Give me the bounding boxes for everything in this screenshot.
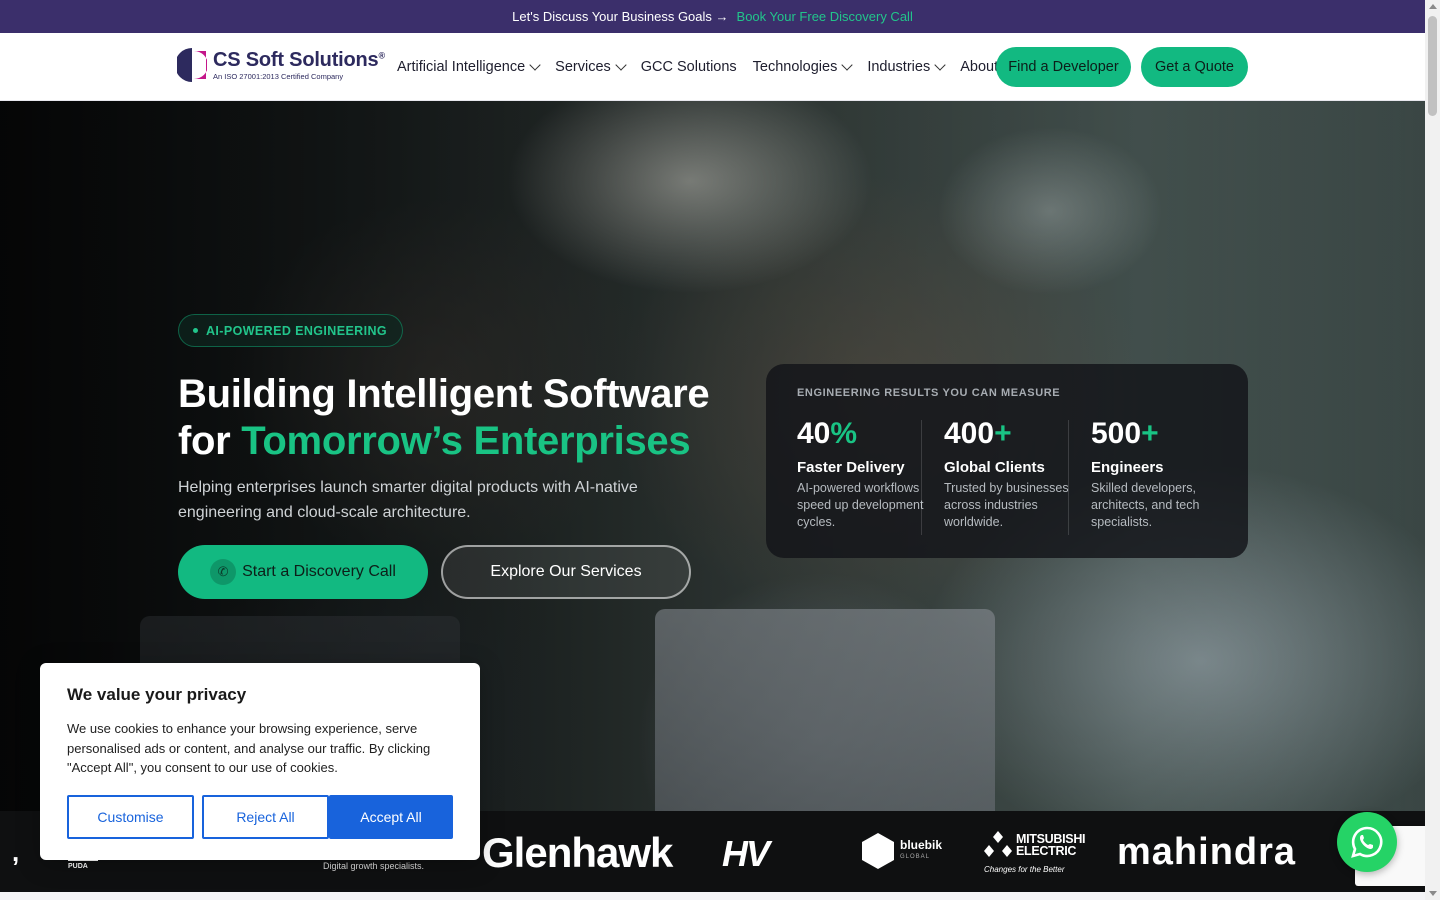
site-logo[interactable]: CS Soft Solutions® An ISO 27001:2013 Cer… — [175, 47, 385, 83]
logo-mark-icon — [175, 47, 208, 83]
chevron-down-icon — [934, 59, 946, 71]
explore-services-button[interactable]: Explore Our Services — [441, 545, 691, 599]
nav-technologies[interactable]: Technologies — [752, 59, 853, 75]
logo-tagline: An ISO 27001:2013 Certified Company — [213, 71, 344, 81]
client-logo-hv: HV — [722, 833, 770, 874]
scrollbar-thumb[interactable] — [1428, 16, 1437, 116]
stat-label: Engineers — [1091, 459, 1164, 476]
book-discovery-call-link[interactable]: Book Your Free Discovery Call — [737, 9, 913, 24]
stat-global-clients: 400+ Global Clients Trusted by businesse… — [944, 416, 1084, 531]
stat-suffix: + — [1141, 417, 1159, 450]
puda-label: PUDA — [68, 863, 88, 870]
client-logo-partial: , — [12, 837, 20, 867]
phone-icon: ✆ — [210, 559, 237, 585]
stat-description: Skilled developers, architects, and tech… — [1091, 481, 1200, 529]
nav-gcc-solutions[interactable]: GCC Solutions — [641, 59, 737, 75]
hero-subtitle: Helping enterprises launch smarter digit… — [178, 479, 638, 521]
badge-label: AI-POWERED ENGINEERING — [206, 323, 388, 338]
dot-icon — [193, 328, 198, 333]
stat-label: Global Clients — [944, 459, 1045, 476]
start-discovery-call-label: Start a Discovery Call — [242, 563, 396, 580]
client-logo-digital-growth: Digital growth specialists. — [323, 861, 425, 871]
stat-engineers: 500+ Engineers Skilled developers, archi… — [1091, 416, 1231, 531]
nav-label: Artificial Intelligence — [397, 59, 526, 75]
nav-services[interactable]: Services — [555, 59, 627, 75]
stat-value: 400 — [944, 417, 995, 450]
nav-label: About — [960, 59, 999, 75]
cookie-text: We use cookies to enhance your browsing … — [67, 721, 431, 775]
cookie-title: We value your privacy — [67, 685, 247, 704]
bluebik-label: bluebik — [900, 838, 943, 852]
cookie-accept-all-button[interactable]: Accept All — [329, 795, 453, 839]
start-discovery-call-button[interactable]: ✆ Start a Discovery Call — [178, 545, 428, 599]
stat-label: Faster Delivery — [797, 459, 905, 476]
mitsubishi-diamonds-icon — [984, 831, 1012, 859]
hero-title-line1: Building Intelligent Software — [178, 372, 710, 416]
nav-label: Technologies — [752, 59, 838, 75]
stat-suffix: + — [994, 417, 1012, 450]
nav-label: GCC Solutions — [640, 59, 737, 75]
nav-label: Services — [555, 59, 611, 75]
get-quote-button[interactable]: Get a Quote — [1141, 47, 1248, 87]
stat-description: AI-powered workflows speed up developmen… — [797, 481, 924, 529]
nav-industries[interactable]: Industries — [867, 59, 946, 75]
cookie-customise-button[interactable]: Customise — [67, 795, 194, 839]
page-bottom-edge — [0, 892, 1425, 900]
registered-mark: ® — [378, 50, 385, 61]
client-logo-glenhawk: Glenhawk — [482, 829, 673, 876]
hero-title: Building Intelligent Software for Tomorr… — [178, 371, 778, 465]
whatsapp-chat-button[interactable] — [1337, 812, 1397, 872]
scroll-down-arrow-icon[interactable] — [1429, 891, 1437, 896]
nav-label: Industries — [867, 59, 931, 75]
client-logo-mitsubishi: MITSUBISHI ELECTRIC Changes for the Bett… — [984, 831, 1086, 874]
mitsubishi-tagline: Changes for the Better — [984, 865, 1065, 874]
bluebik-mark-icon — [862, 833, 894, 869]
client-logo-bluebik: bluebik GLOBAL — [862, 833, 942, 869]
page-scrollbar[interactable] — [1425, 0, 1440, 900]
nav-artificial-intelligence[interactable]: Artificial Intelligence — [397, 59, 541, 75]
mitsubishi-label-2: ELECTRIC — [1016, 844, 1077, 858]
stat-divider — [921, 420, 922, 535]
find-developer-button[interactable]: Find a Developer — [996, 47, 1131, 87]
hero-badge: AI-POWERED ENGINEERING — [178, 314, 404, 347]
stat-suffix: % — [830, 417, 858, 450]
stat-divider — [1068, 420, 1069, 535]
stat-value: 40 — [797, 417, 831, 450]
chevron-down-icon — [529, 59, 541, 71]
site-header: CS Soft Solutions® An ISO 27001:2013 Cer… — [0, 33, 1425, 101]
stats-heading: ENGINEERING RESULTS YOU CAN MEASURE — [797, 387, 1061, 399]
cookie-reject-all-button[interactable]: Reject All — [202, 795, 329, 839]
stat-value: 500 — [1091, 417, 1142, 450]
cookie-consent-dialog: We value your privacy We use cookies to … — [40, 663, 480, 860]
stat-faster-delivery: 40% Faster Delivery AI-powered workflows… — [797, 416, 937, 531]
hero-title-accent: Tomorrow’s Enterprises — [241, 419, 691, 463]
scroll-up-arrow-icon[interactable] — [1429, 4, 1437, 9]
nav-about[interactable]: About — [960, 59, 998, 75]
chevron-down-icon — [615, 59, 627, 71]
stats-card: ENGINEERING RESULTS YOU CAN MEASURE 40% … — [766, 364, 1248, 558]
client-logo-mahindra: mahindra — [1117, 831, 1297, 873]
hero-title-for: for — [178, 419, 231, 463]
announcement-bar: Let's Discuss Your Business Goals → Book… — [0, 0, 1425, 33]
main-nav: Artificial Intelligence Services GCC Sol… — [397, 33, 998, 101]
whatsapp-icon — [1351, 826, 1383, 858]
announcement-text: Let's Discuss Your Business Goals → — [512, 9, 729, 24]
chevron-down-icon — [841, 59, 853, 71]
bluebik-sub: GLOBAL — [900, 854, 931, 860]
stat-description: Trusted by businesses across industries … — [944, 481, 1069, 529]
logo-name: CS Soft Solutions — [213, 48, 379, 71]
